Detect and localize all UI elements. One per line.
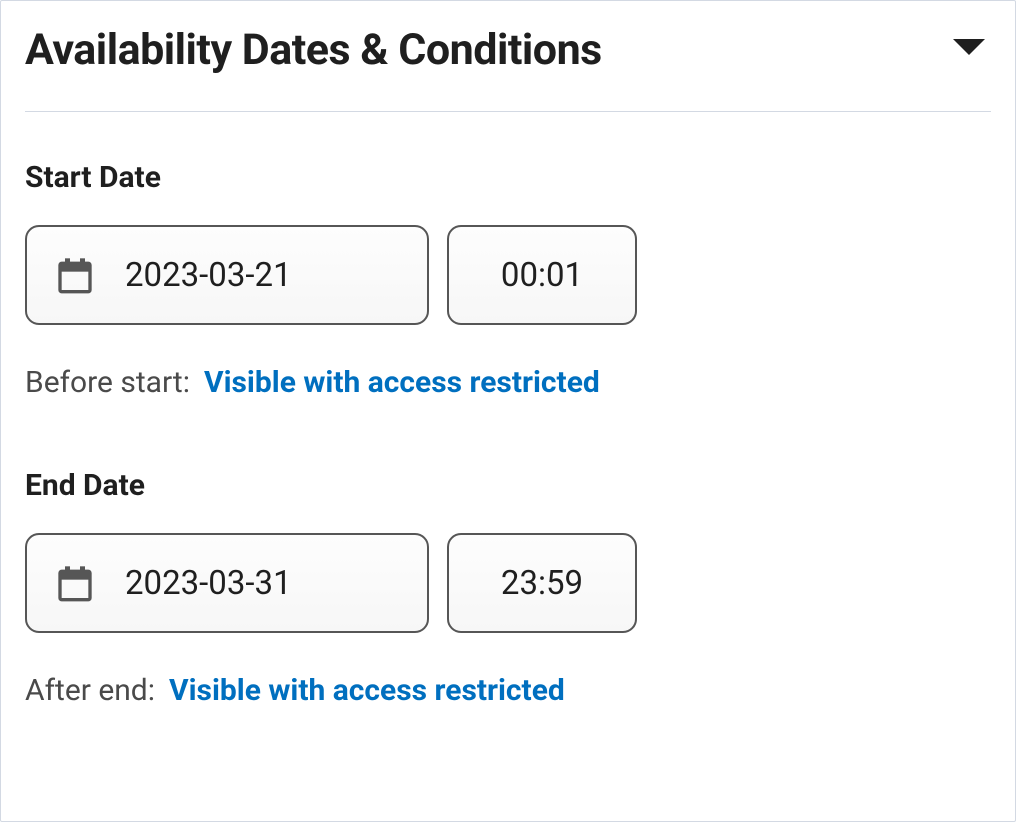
- after-end-link[interactable]: Visible with access restricted: [169, 673, 565, 708]
- start-time-value: 00:01: [501, 256, 583, 295]
- end-time-input[interactable]: 23:59: [447, 533, 637, 633]
- calendar-icon: [55, 255, 95, 295]
- before-start-row: Before start: Visible with access restri…: [25, 365, 991, 400]
- collapse-toggle[interactable]: [947, 33, 991, 67]
- after-end-label: After end:: [25, 673, 155, 708]
- section-title: Availability Dates & Conditions: [25, 25, 602, 75]
- after-end-row: After end: Visible with access restricte…: [25, 673, 991, 708]
- before-start-link[interactable]: Visible with access restricted: [204, 365, 600, 400]
- availability-panel: Availability Dates & Conditions Start Da…: [0, 0, 1016, 822]
- end-input-row: 2023-03-31 23:59: [25, 533, 991, 633]
- end-date-input[interactable]: 2023-03-31: [25, 533, 429, 633]
- divider: [25, 111, 991, 112]
- end-date-value: 2023-03-31: [125, 564, 292, 603]
- start-input-row: 2023-03-21 00:01: [25, 225, 991, 325]
- before-start-label: Before start:: [25, 365, 190, 400]
- section-header: Availability Dates & Conditions: [25, 25, 991, 75]
- start-time-input[interactable]: 00:01: [447, 225, 637, 325]
- start-date-label: Start Date: [25, 160, 991, 195]
- end-date-label: End Date: [25, 468, 991, 503]
- chevron-down-icon: [951, 37, 987, 63]
- start-date-value: 2023-03-21: [125, 256, 292, 295]
- calendar-icon: [55, 563, 95, 603]
- start-date-group: Start Date 2023-03-21 00:01 Before start…: [25, 160, 991, 400]
- start-date-input[interactable]: 2023-03-21: [25, 225, 429, 325]
- end-time-value: 23:59: [501, 564, 583, 603]
- end-date-group: End Date 2023-03-31 23:59 After end:: [25, 468, 991, 708]
